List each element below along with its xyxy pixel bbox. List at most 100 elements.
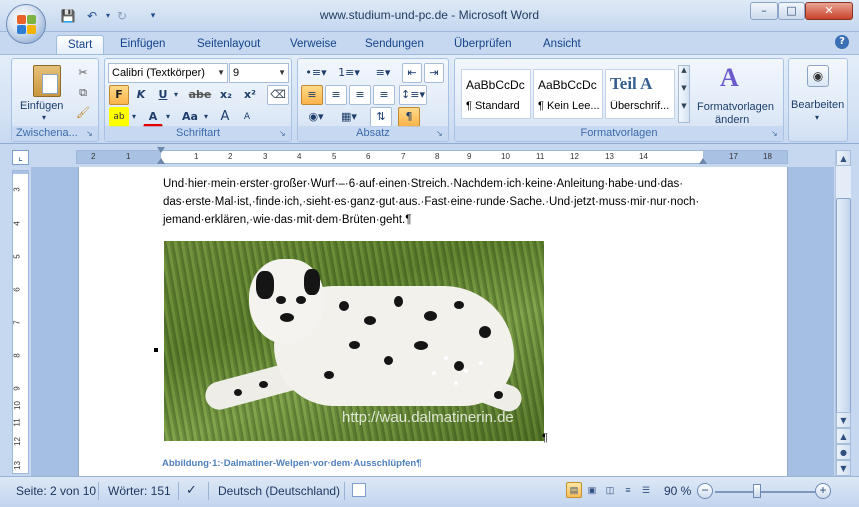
hanging-indent-marker[interactable] xyxy=(157,158,165,164)
zoom-level[interactable]: 90 % xyxy=(664,484,691,498)
figure-caption[interactable]: Abbildung·1:·Dalmatiner-Welpen·vor·dem·A… xyxy=(162,458,422,469)
tab-verweise[interactable]: Verweise xyxy=(290,35,337,55)
outline-view-icon[interactable]: ≡ xyxy=(620,482,636,498)
tab-sendungen[interactable]: Sendungen xyxy=(365,35,424,55)
page-count[interactable]: Seite: 2 von 10 xyxy=(16,484,96,498)
borders-icon[interactable]: ▦▾ xyxy=(334,107,364,127)
office-button[interactable] xyxy=(6,4,46,44)
align-center-icon[interactable]: ≡ xyxy=(325,85,347,105)
draft-view-icon[interactable]: ☰ xyxy=(638,482,654,498)
help-icon[interactable]: ? xyxy=(835,35,849,49)
change-styles-icon[interactable]: A xyxy=(720,63,739,93)
subscript-button[interactable]: x₂ xyxy=(215,85,237,105)
numbering-icon[interactable]: 1≡▾ xyxy=(334,63,364,83)
tab-ansicht[interactable]: Ansicht xyxy=(543,35,581,55)
zoom-slider-track[interactable] xyxy=(715,491,815,493)
word-count[interactable]: Wörter: 151 xyxy=(108,484,171,498)
find-icon[interactable]: ◉ xyxy=(807,65,829,87)
tab-start[interactable]: Start xyxy=(56,35,105,55)
previous-page-button[interactable]: ▲ xyxy=(836,428,851,444)
highlight-dropdown-icon[interactable]: ▾ xyxy=(129,107,139,127)
superscript-button[interactable]: x² xyxy=(239,85,261,105)
decrease-indent-icon[interactable]: ⇤ xyxy=(402,63,422,83)
web-layout-icon[interactable]: ◫ xyxy=(602,482,618,498)
style-ueberschrift[interactable]: Teil A Überschrif... xyxy=(605,69,675,119)
change-case-button[interactable]: Aa xyxy=(177,107,203,127)
sort-icon[interactable]: ⇅ xyxy=(370,107,392,127)
strikethrough-button[interactable]: abe xyxy=(187,85,213,105)
minimize-button[interactable]: – xyxy=(750,2,778,20)
underline-button[interactable]: U xyxy=(153,85,173,105)
font-launcher-icon[interactable]: ↘ xyxy=(279,129,289,139)
more-styles-icon[interactable]: ▼ xyxy=(679,102,689,110)
font-color-dropdown-icon[interactable]: ▾ xyxy=(163,107,173,127)
bold-button[interactable]: F xyxy=(109,85,129,105)
editing-dropdown-icon[interactable]: ▾ xyxy=(815,113,819,122)
vertical-ruler[interactable]: 3 4 5 6 7 8 9 10 11 12 13 xyxy=(12,170,29,474)
editing-button[interactable]: Bearbeiten xyxy=(791,99,844,111)
cut-icon[interactable]: ✂ xyxy=(74,63,92,83)
next-page-button[interactable]: ▼ xyxy=(836,460,851,476)
styles-gallery-scroll[interactable]: ▲ ▼ ▼ xyxy=(678,65,690,123)
close-button[interactable]: ✕ xyxy=(805,2,853,20)
zoom-slider-thumb[interactable] xyxy=(753,484,761,498)
tab-seitenlayout[interactable]: Seitenlayout xyxy=(197,35,260,55)
bullets-icon[interactable]: •≡▾ xyxy=(301,63,331,83)
left-indent-marker[interactable] xyxy=(157,147,165,153)
font-color-icon[interactable]: A xyxy=(143,107,163,127)
scroll-down-icon[interactable]: ▼ xyxy=(679,84,689,92)
body-paragraph[interactable]: Und·hier·mein·erster·großer·Wurf·–·6·auf… xyxy=(163,175,708,229)
align-left-icon[interactable]: ≡ xyxy=(301,85,323,105)
change-case-dropdown-icon[interactable]: ▾ xyxy=(201,107,211,127)
clear-formatting-icon[interactable]: ⌫ xyxy=(267,85,289,105)
font-name-combo[interactable]: Calibri (Textkörper) ▼ xyxy=(108,63,228,83)
tab-ueberpruefen[interactable]: Überprüfen xyxy=(454,35,512,55)
print-layout-icon[interactable]: ▤ xyxy=(566,482,582,498)
tab-selector-icon[interactable]: ⌞ xyxy=(12,150,29,165)
paragraph-launcher-icon[interactable]: ↘ xyxy=(436,129,446,139)
style-kein-leerraum[interactable]: AaBbCcDc ¶ Kein Lee... xyxy=(533,69,603,119)
scroll-thumb[interactable] xyxy=(836,198,851,428)
vertical-scrollbar[interactable]: ▲ ▼ ▲ ● ▼ xyxy=(835,150,851,476)
zoom-in-button[interactable]: + xyxy=(815,483,831,499)
dalmatian-photo[interactable]: http://wau.dalmatinerin.de xyxy=(164,241,544,441)
paste-icon[interactable] xyxy=(33,65,61,97)
change-styles-button-line2[interactable]: ändern xyxy=(715,114,749,126)
browse-object-button[interactable]: ● xyxy=(836,444,851,460)
italic-button[interactable]: K xyxy=(131,85,151,105)
shading-icon[interactable]: ◉▾ xyxy=(301,107,331,127)
paste-button[interactable]: Einfügen xyxy=(20,100,63,112)
font-size-dropdown-icon[interactable]: ▼ xyxy=(278,64,286,82)
styles-launcher-icon[interactable]: ↘ xyxy=(771,129,781,139)
clipboard-launcher-icon[interactable]: ↘ xyxy=(86,129,96,139)
justify-icon[interactable]: ≡ xyxy=(373,85,395,105)
horizontal-ruler[interactable]: 2 1 1 2 3 4 5 6 7 8 9 10 11 12 13 14 17 … xyxy=(76,147,788,164)
font-name-dropdown-icon[interactable]: ▼ xyxy=(217,64,225,82)
align-right-icon[interactable]: ≡ xyxy=(349,85,371,105)
font-size-combo[interactable]: 9 ▼ xyxy=(229,63,289,83)
scroll-up-icon[interactable]: ▲ xyxy=(679,66,689,74)
proofing-icon[interactable]: ✓ xyxy=(186,482,197,498)
copy-icon[interactable]: ⧉ xyxy=(74,83,92,103)
zoom-out-button[interactable]: − xyxy=(697,483,713,499)
line-spacing-icon[interactable]: ↕≡▾ xyxy=(399,85,427,105)
highlight-icon[interactable]: ab xyxy=(109,107,129,127)
macro-recording-icon[interactable] xyxy=(352,483,366,497)
maximize-button[interactable]: □ xyxy=(778,2,805,20)
style-standard[interactable]: AaBbCcDc ¶ Standard xyxy=(461,69,531,119)
multilevel-list-icon[interactable]: ≡▾ xyxy=(368,63,398,83)
scroll-up-button[interactable]: ▲ xyxy=(836,150,851,166)
underline-dropdown-icon[interactable]: ▾ xyxy=(171,85,181,105)
grow-font-button[interactable]: A xyxy=(215,107,235,127)
shrink-font-button[interactable]: A xyxy=(237,107,257,127)
change-styles-button[interactable]: Formatvorlagen xyxy=(697,101,774,113)
language-indicator[interactable]: Deutsch (Deutschland) xyxy=(218,484,340,498)
scroll-down-button[interactable]: ▼ xyxy=(836,412,851,428)
show-formatting-button[interactable]: ¶ xyxy=(398,107,420,127)
paste-dropdown-icon[interactable]: ▾ xyxy=(42,113,46,122)
right-indent-marker[interactable] xyxy=(699,158,707,164)
format-painter-icon[interactable]: 🖌 xyxy=(74,103,92,123)
full-screen-reading-icon[interactable]: ▣ xyxy=(584,482,600,498)
tab-einfuegen[interactable]: Einfügen xyxy=(120,35,165,55)
increase-indent-icon[interactable]: ⇥ xyxy=(424,63,444,83)
